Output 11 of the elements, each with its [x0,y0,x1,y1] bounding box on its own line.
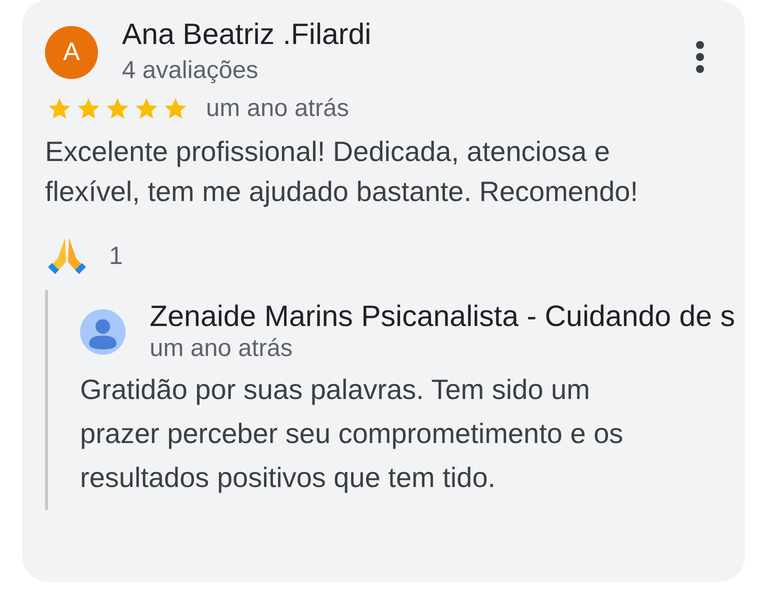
reply-text: Gratidão por suas palavras. Tem sido um prazer perceber seu comprometimento e os resultados positivos que tem tido. [80,373,624,495]
profile-avatar-icon [80,307,126,357]
review-time: um ano atrás [206,94,349,124]
review-count: 4 avaliações [122,56,260,86]
owner-name: Zenaide Marins Psicanalista - Cuidando de s [150,300,735,334]
avatar: A [45,26,98,79]
reaction-count: 1 [109,241,123,271]
reply-time: um ano atrás [150,334,294,364]
more-options-icon[interactable] [695,40,705,74]
author-name: Ana Beatriz .Filardi [122,18,372,52]
review-text: Excelente profissional! Dedicada, atenciosa e flexível, tem me ajudado bastante. Recomendo! [45,135,640,209]
